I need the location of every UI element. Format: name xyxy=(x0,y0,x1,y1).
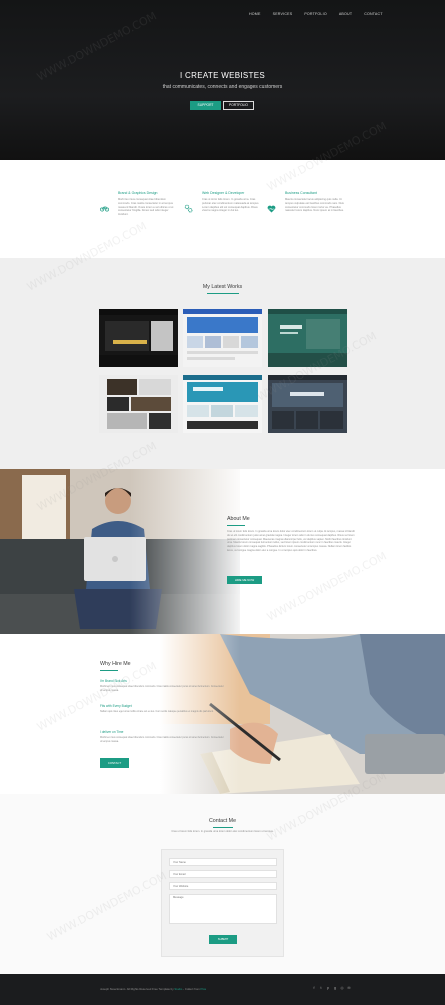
reason-item: Fits with Every Budget Nullam quis risus… xyxy=(100,704,225,714)
dribbble-icon[interactable]: ◎ xyxy=(340,986,344,990)
bike-icon xyxy=(100,204,109,213)
portfolio-button[interactable]: PORTFOLIO xyxy=(223,101,254,110)
social-links: f t p g ◎ ✉ xyxy=(312,986,351,990)
contact-form: SUBMIT xyxy=(161,849,284,957)
copyright-separator: - Collect from xyxy=(182,987,201,991)
support-button[interactable]: SUPPORT xyxy=(190,101,221,110)
hero-title: I CREATE WEBISTES xyxy=(180,71,265,80)
service-text: Cras ut tortor felis lorem. In gravida u… xyxy=(202,198,260,213)
works-title: My Latest Works xyxy=(202,284,243,290)
work-thumb-4[interactable] xyxy=(99,375,178,433)
reason-text: Morbi leo risus consequat vitae bibendum… xyxy=(100,685,224,692)
service-title: Brand & Graphics Design xyxy=(118,191,158,195)
website-field[interactable] xyxy=(169,882,277,890)
mail-icon[interactable]: ✉ xyxy=(347,986,351,990)
hero-subtitle: that communicates, connects and engages … xyxy=(162,84,283,90)
hire-section: Why Hire Me I'm Brand Sick Arts Morbi le… xyxy=(0,634,445,794)
reason-title: Fits with Every Budget xyxy=(100,704,132,708)
nav-home[interactable]: HOME xyxy=(249,12,261,16)
work-thumb-6[interactable] xyxy=(268,375,347,433)
contact-subtitle: Cras ut lorem felis lorem. In gravida ur… xyxy=(171,830,274,833)
reason-item: I deliver on Time Morbi leo risus conseq… xyxy=(100,730,225,743)
copyright-text: Joseph Stoeckmann. All Rights Reserved F… xyxy=(100,987,206,991)
email-field[interactable] xyxy=(169,870,277,878)
work-thumb-5[interactable] xyxy=(183,375,262,433)
contact-title: Contact Me xyxy=(208,818,237,824)
reason-item: I'm Brand Sick Arts Morbi leo risus cons… xyxy=(100,679,225,692)
heart-pulse-icon xyxy=(267,204,276,213)
twitter-icon[interactable]: t xyxy=(319,986,323,990)
nav-about[interactable]: ABOUT xyxy=(339,12,352,16)
contact-section: Contact Me Cras ut lorem felis lorem. In… xyxy=(0,794,445,974)
facebook-icon[interactable]: f xyxy=(312,986,316,990)
service-text: Morbi leo risus consequat vitae bibendum… xyxy=(118,198,174,217)
about-text: Cras ut lorem felis lorem. In gravida ur… xyxy=(227,530,355,552)
work-thumb-1[interactable] xyxy=(99,309,178,367)
service-title: Business Consultant xyxy=(285,191,317,195)
gears-icon xyxy=(184,204,193,213)
reason-text: Morbi leo risus consequat vitae bibendum… xyxy=(100,736,224,743)
pinterest-icon[interactable]: p xyxy=(326,986,330,990)
reason-title: I'm Brand Sick Arts xyxy=(100,679,127,683)
title-underline xyxy=(207,293,239,294)
works-section: My Latest Works xyxy=(0,258,445,469)
google-plus-icon[interactable]: g xyxy=(333,986,337,990)
service-text: Mauris consectetur lacus adipiscing quis… xyxy=(285,198,344,213)
pica-link[interactable]: Pica xyxy=(201,987,206,991)
title-underline xyxy=(100,670,118,671)
services-section: Brand & Graphics Design Morbi leo risus … xyxy=(0,160,445,258)
hire-title: Why Hire Me xyxy=(100,661,131,667)
hire-me-button[interactable]: HIRE ME NOW xyxy=(227,576,262,584)
title-underline xyxy=(227,525,245,526)
message-field[interactable] xyxy=(169,894,277,924)
nav-services[interactable]: SERVICES xyxy=(273,12,293,16)
nav-portfolio[interactable]: PORTFOLIO xyxy=(304,12,327,16)
service-title: Web Designer & Developer xyxy=(202,191,245,195)
footer: Joseph Stoeckmann. All Rights Reserved F… xyxy=(0,974,445,1005)
nav-contact[interactable]: CONTACT xyxy=(364,12,383,16)
main-nav: HOME SERVICES PORTFOLIO ABOUT CONTACT xyxy=(249,12,383,16)
work-thumb-2[interactable] xyxy=(183,309,262,367)
work-thumb-3[interactable] xyxy=(268,309,347,367)
title-underline xyxy=(213,827,233,828)
hero-section: HOME SERVICES PORTFOLIO ABOUT CONTACT I … xyxy=(0,0,445,160)
contact-button[interactable]: CONTACT xyxy=(100,758,129,768)
photo-fade xyxy=(160,634,240,794)
copyright-main: Joseph Stoeckmann. All Rights Reserved F… xyxy=(100,987,175,991)
name-field[interactable] xyxy=(169,858,277,866)
about-section: About Me Cras ut lorem felis lorem. In g… xyxy=(0,469,445,634)
submit-button[interactable]: SUBMIT xyxy=(209,935,237,944)
reason-title: I deliver on Time xyxy=(100,730,124,734)
reason-text: Nullam quis risus eget urna mollis ornar… xyxy=(100,710,214,713)
about-title: About Me xyxy=(227,516,250,522)
